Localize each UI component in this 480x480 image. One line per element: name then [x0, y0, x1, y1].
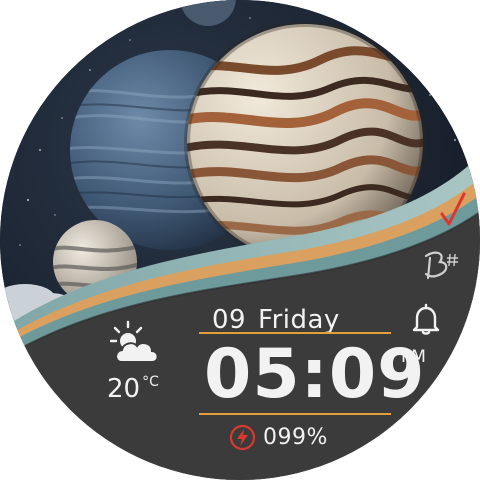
temperature-unit: °C	[142, 374, 159, 390]
brand-logo-icon	[424, 251, 458, 280]
date-display[interactable]: 09 Friday	[212, 307, 340, 333]
temperature-value: 20	[107, 374, 141, 404]
check-mark-icon[interactable]	[438, 190, 468, 232]
bell-icon[interactable]	[410, 303, 442, 337]
battery-level[interactable]: 099%	[263, 427, 328, 449]
charging-bolt-icon	[229, 424, 256, 451]
bottom-separator	[199, 413, 391, 415]
temperature-readout[interactable]: 20 °C	[107, 374, 159, 404]
time-display: 05:09	[204, 335, 426, 414]
top-separator	[199, 332, 391, 334]
partly-cloudy-icon[interactable]	[110, 320, 162, 366]
watch-face: 20 °C 09 Friday 05:09 PM 099%	[0, 0, 480, 480]
day-of-month: 09	[212, 305, 247, 335]
ampm-indicator: PM	[401, 347, 426, 367]
weekday: Friday	[258, 305, 340, 335]
